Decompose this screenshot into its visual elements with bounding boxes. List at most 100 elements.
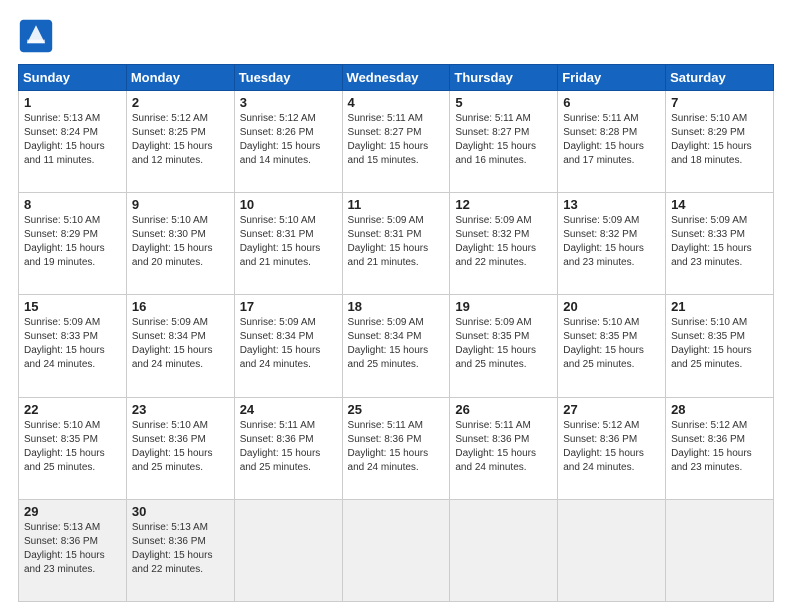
- calendar-week-5: 29 Sunrise: 5:13 AM Sunset: 8:36 PM Dayli…: [19, 499, 774, 601]
- calendar-cell: 18 Sunrise: 5:09 AM Sunset: 8:34 PM Dayli…: [342, 295, 450, 397]
- calendar-cell: 29 Sunrise: 5:13 AM Sunset: 8:36 PM Dayli…: [19, 499, 127, 601]
- day-number: 3: [240, 95, 337, 110]
- day-number: 28: [671, 402, 768, 417]
- day-number: 24: [240, 402, 337, 417]
- cell-info: Sunrise: 5:13 AM Sunset: 8:24 PM Dayligh…: [24, 112, 121, 168]
- calendar-cell: 21 Sunrise: 5:10 AM Sunset: 8:35 PM Dayli…: [666, 295, 774, 397]
- day-number: 26: [455, 402, 552, 417]
- day-number: 29: [24, 504, 121, 519]
- calendar-cell: 5Sunrise: 5:11 AM Sunset: 8:27 PM Daylig…: [450, 91, 558, 193]
- calendar-cell: 3 Sunrise: 5:12 AM Sunset: 8:26 PM Daylig…: [234, 91, 342, 193]
- calendar-cell: [450, 499, 558, 601]
- weekday-monday: Monday: [126, 65, 234, 91]
- calendar-cell: 13 Sunrise: 5:09 AM Sunset: 8:32 PM Dayli…: [558, 193, 666, 295]
- calendar-cell: 27 Sunrise: 5:12 AM Sunset: 8:36 PM Dayli…: [558, 397, 666, 499]
- cell-info: Sunrise: 5:09 AM Sunset: 8:32 PM Dayligh…: [455, 214, 552, 270]
- day-number: 7: [671, 95, 768, 110]
- calendar-cell: [342, 499, 450, 601]
- calendar-cell: 28 Sunrise: 5:12 AM Sunset: 8:36 PM Dayli…: [666, 397, 774, 499]
- calendar-cell: 14Sunrise: 5:09 AM Sunset: 8:33 PM Dayli…: [666, 193, 774, 295]
- day-number: 11: [348, 197, 445, 212]
- day-number: 6: [563, 95, 660, 110]
- calendar-cell: 22Sunrise: 5:10 AM Sunset: 8:35 PM Dayli…: [19, 397, 127, 499]
- day-number: 30: [132, 504, 229, 519]
- weekday-thursday: Thursday: [450, 65, 558, 91]
- calendar-cell: 12 Sunrise: 5:09 AM Sunset: 8:32 PM Dayli…: [450, 193, 558, 295]
- cell-info: Sunrise: 5:12 AM Sunset: 8:26 PM Dayligh…: [240, 112, 337, 168]
- day-number: 17: [240, 299, 337, 314]
- cell-info: Sunrise: 5:09 AM Sunset: 8:34 PM Dayligh…: [240, 316, 337, 372]
- calendar-table: SundayMondayTuesdayWednesdayThursdayFrid…: [18, 64, 774, 602]
- cell-info: Sunrise: 5:09 AM Sunset: 8:31 PM Dayligh…: [348, 214, 445, 270]
- day-number: 18: [348, 299, 445, 314]
- calendar-cell: [558, 499, 666, 601]
- cell-info: Sunrise: 5:11 AM Sunset: 8:36 PM Dayligh…: [455, 419, 552, 475]
- day-number: 8: [24, 197, 121, 212]
- calendar-week-1: 1 Sunrise: 5:13 AM Sunset: 8:24 PM Daylig…: [19, 91, 774, 193]
- calendar-cell: 6Sunrise: 5:11 AM Sunset: 8:28 PM Daylig…: [558, 91, 666, 193]
- calendar-cell: 25Sunrise: 5:11 AM Sunset: 8:36 PM Dayli…: [342, 397, 450, 499]
- weekday-tuesday: Tuesday: [234, 65, 342, 91]
- day-number: 16: [132, 299, 229, 314]
- day-number: 19: [455, 299, 552, 314]
- cell-info: Sunrise: 5:10 AM Sunset: 8:36 PM Dayligh…: [132, 419, 229, 475]
- calendar-week-2: 8 Sunrise: 5:10 AM Sunset: 8:29 PM Daylig…: [19, 193, 774, 295]
- cell-info: Sunrise: 5:12 AM Sunset: 8:36 PM Dayligh…: [671, 419, 768, 475]
- calendar-cell: 7 Sunrise: 5:10 AM Sunset: 8:29 PM Daylig…: [666, 91, 774, 193]
- day-number: 1: [24, 95, 121, 110]
- cell-info: Sunrise: 5:09 AM Sunset: 8:32 PM Dayligh…: [563, 214, 660, 270]
- weekday-sunday: Sunday: [19, 65, 127, 91]
- day-number: 27: [563, 402, 660, 417]
- day-number: 23: [132, 402, 229, 417]
- calendar-cell: 30 Sunrise: 5:13 AM Sunset: 8:36 PM Dayli…: [126, 499, 234, 601]
- weekday-saturday: Saturday: [666, 65, 774, 91]
- logo-icon: [18, 18, 54, 54]
- cell-info: Sunrise: 5:10 AM Sunset: 8:29 PM Dayligh…: [24, 214, 121, 270]
- calendar-cell: 8 Sunrise: 5:10 AM Sunset: 8:29 PM Daylig…: [19, 193, 127, 295]
- calendar-week-4: 22Sunrise: 5:10 AM Sunset: 8:35 PM Dayli…: [19, 397, 774, 499]
- cell-info: Sunrise: 5:13 AM Sunset: 8:36 PM Dayligh…: [24, 521, 121, 577]
- cell-info: Sunrise: 5:09 AM Sunset: 8:33 PM Dayligh…: [671, 214, 768, 270]
- cell-info: Sunrise: 5:10 AM Sunset: 8:29 PM Dayligh…: [671, 112, 768, 168]
- cell-info: Sunrise: 5:10 AM Sunset: 8:35 PM Dayligh…: [671, 316, 768, 372]
- weekday-header-row: SundayMondayTuesdayWednesdayThursdayFrid…: [19, 65, 774, 91]
- calendar-cell: 11 Sunrise: 5:09 AM Sunset: 8:31 PM Dayli…: [342, 193, 450, 295]
- day-number: 9: [132, 197, 229, 212]
- calendar-cell: 1 Sunrise: 5:13 AM Sunset: 8:24 PM Daylig…: [19, 91, 127, 193]
- page: SundayMondayTuesdayWednesdayThursdayFrid…: [0, 0, 792, 612]
- cell-info: Sunrise: 5:11 AM Sunset: 8:27 PM Dayligh…: [348, 112, 445, 168]
- cell-info: Sunrise: 5:10 AM Sunset: 8:35 PM Dayligh…: [24, 419, 121, 475]
- cell-info: Sunrise: 5:09 AM Sunset: 8:35 PM Dayligh…: [455, 316, 552, 372]
- day-number: 5: [455, 95, 552, 110]
- cell-info: Sunrise: 5:13 AM Sunset: 8:36 PM Dayligh…: [132, 521, 229, 577]
- weekday-friday: Friday: [558, 65, 666, 91]
- calendar-cell: 23 Sunrise: 5:10 AM Sunset: 8:36 PM Dayli…: [126, 397, 234, 499]
- calendar-week-3: 15Sunrise: 5:09 AM Sunset: 8:33 PM Dayli…: [19, 295, 774, 397]
- calendar-cell: 20Sunrise: 5:10 AM Sunset: 8:35 PM Dayli…: [558, 295, 666, 397]
- calendar-cell: 9 Sunrise: 5:10 AM Sunset: 8:30 PM Daylig…: [126, 193, 234, 295]
- cell-info: Sunrise: 5:10 AM Sunset: 8:30 PM Dayligh…: [132, 214, 229, 270]
- calendar-cell: 26 Sunrise: 5:11 AM Sunset: 8:36 PM Dayli…: [450, 397, 558, 499]
- calendar-cell: 24 Sunrise: 5:11 AM Sunset: 8:36 PM Dayli…: [234, 397, 342, 499]
- day-number: 4: [348, 95, 445, 110]
- header: [18, 18, 774, 54]
- calendar-cell: [234, 499, 342, 601]
- cell-info: Sunrise: 5:10 AM Sunset: 8:31 PM Dayligh…: [240, 214, 337, 270]
- calendar-cell: 16 Sunrise: 5:09 AM Sunset: 8:34 PM Dayli…: [126, 295, 234, 397]
- day-number: 10: [240, 197, 337, 212]
- cell-info: Sunrise: 5:09 AM Sunset: 8:34 PM Dayligh…: [132, 316, 229, 372]
- logo: [18, 18, 60, 54]
- day-number: 12: [455, 197, 552, 212]
- calendar-cell: 17 Sunrise: 5:09 AM Sunset: 8:34 PM Dayli…: [234, 295, 342, 397]
- cell-info: Sunrise: 5:12 AM Sunset: 8:36 PM Dayligh…: [563, 419, 660, 475]
- calendar-cell: 4 Sunrise: 5:11 AM Sunset: 8:27 PM Daylig…: [342, 91, 450, 193]
- cell-info: Sunrise: 5:09 AM Sunset: 8:34 PM Dayligh…: [348, 316, 445, 372]
- weekday-wednesday: Wednesday: [342, 65, 450, 91]
- day-number: 20: [563, 299, 660, 314]
- day-number: 21: [671, 299, 768, 314]
- day-number: 13: [563, 197, 660, 212]
- cell-info: Sunrise: 5:12 AM Sunset: 8:25 PM Dayligh…: [132, 112, 229, 168]
- day-number: 25: [348, 402, 445, 417]
- cell-info: Sunrise: 5:11 AM Sunset: 8:36 PM Dayligh…: [240, 419, 337, 475]
- calendar-cell: [666, 499, 774, 601]
